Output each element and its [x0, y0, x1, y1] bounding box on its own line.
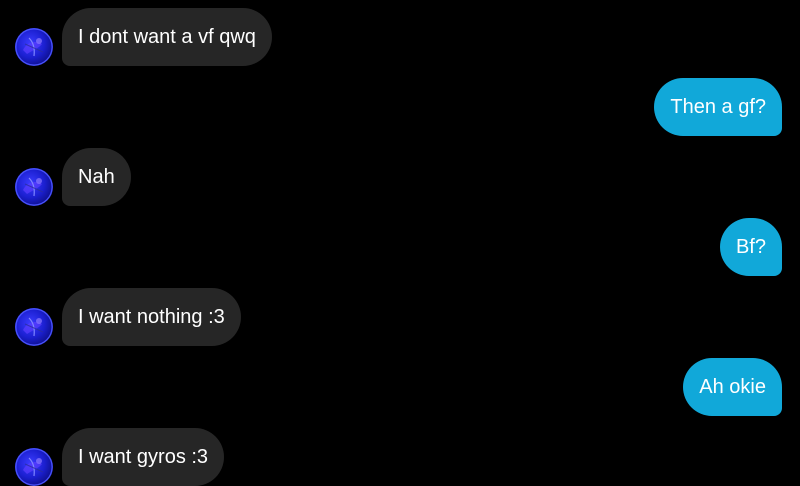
message-row-incoming: Nah: [0, 148, 800, 206]
message-text: I want nothing :3: [78, 306, 225, 328]
contact-avatar[interactable]: [15, 28, 53, 66]
message-bubble-incoming[interactable]: I want gyros :3: [62, 428, 225, 486]
message-text: Ah okie: [699, 376, 766, 398]
contact-avatar[interactable]: [15, 308, 53, 346]
message-bubble-incoming[interactable]: I dont want a vf qwq: [62, 8, 272, 66]
message-text: Then a gf?: [670, 96, 766, 118]
message-bubble-outgoing[interactable]: Bf?: [719, 218, 782, 276]
message-text: I want gyros :3: [78, 446, 209, 468]
chat-thread: I dont want a vf qwq Then a gf? Nah Bf?: [0, 0, 800, 486]
message-row-outgoing: Then a gf?: [0, 78, 800, 136]
avatar-art-icon: [15, 448, 53, 486]
message-text: Nah: [78, 166, 115, 188]
avatar-art-icon: [15, 28, 53, 66]
message-text: Bf?: [735, 236, 766, 258]
message-row-outgoing: Bf?: [0, 218, 800, 276]
contact-avatar[interactable]: [15, 448, 53, 486]
message-bubble-outgoing[interactable]: Then a gf?: [654, 78, 782, 136]
contact-avatar[interactable]: [15, 168, 53, 206]
message-bubble-incoming[interactable]: I want nothing :3: [62, 288, 241, 346]
avatar-art-icon: [15, 168, 53, 206]
message-row-incoming: I want nothing :3: [0, 288, 800, 346]
message-text: I dont want a vf qwq: [78, 26, 256, 48]
message-row-outgoing: Ah okie: [0, 358, 800, 416]
message-bubble-incoming[interactable]: Nah: [62, 148, 131, 206]
message-bubble-outgoing[interactable]: Ah okie: [683, 358, 782, 416]
avatar-art-icon: [15, 308, 53, 346]
message-row-incoming: I want gyros :3: [0, 428, 800, 486]
message-row-incoming: I dont want a vf qwq: [0, 8, 800, 66]
